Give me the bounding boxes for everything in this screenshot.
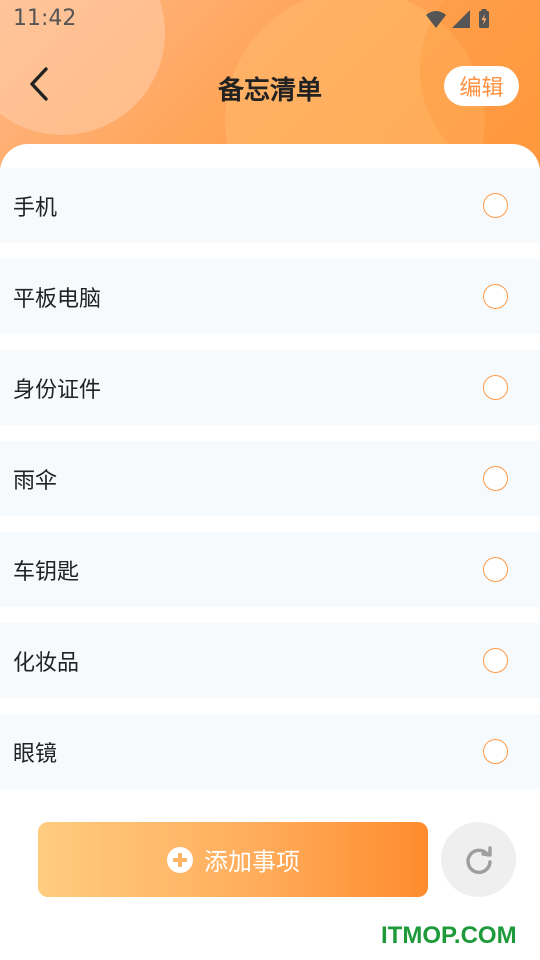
plus-circle-icon	[167, 846, 193, 873]
refresh-button[interactable]	[441, 822, 516, 897]
list-item[interactable]: 平板电脑	[0, 259, 540, 334]
item-label: 眼镜	[13, 741, 58, 767]
edit-button[interactable]: 编辑	[444, 66, 519, 106]
list-item[interactable]: 车钥匙	[0, 532, 540, 607]
list-item[interactable]: 雨伞	[0, 441, 540, 516]
list-item[interactable]: 身份证件	[0, 350, 540, 425]
signal-icon	[452, 10, 470, 28]
item-label: 雨伞	[13, 468, 58, 494]
item-checkbox[interactable]	[483, 739, 508, 764]
item-checkbox[interactable]	[483, 375, 508, 400]
item-checkbox[interactable]	[483, 648, 508, 673]
list-item[interactable]: 眼镜	[0, 714, 540, 789]
add-item-label: 添加事项	[204, 848, 300, 876]
item-checkbox[interactable]	[483, 193, 508, 218]
item-label: 车钥匙	[13, 559, 80, 585]
list-item[interactable]: 化妆品	[0, 623, 540, 698]
item-label: 化妆品	[13, 650, 80, 676]
status-icons	[426, 9, 489, 28]
wifi-icon	[426, 11, 446, 28]
add-item-button[interactable]: 添加事项	[38, 822, 428, 897]
watermark-text: ITMOP.COM	[381, 922, 517, 949]
list-item[interactable]: 手机	[0, 168, 540, 243]
battery-charging-icon	[479, 9, 489, 28]
item-checkbox[interactable]	[483, 284, 508, 309]
item-label: 平板电脑	[13, 286, 102, 312]
item-checkbox[interactable]	[483, 557, 508, 582]
status-time: 11:42	[13, 6, 77, 31]
refresh-icon	[465, 845, 492, 874]
item-label: 身份证件	[13, 377, 102, 403]
item-checkbox[interactable]	[483, 466, 508, 491]
item-label: 手机	[13, 195, 58, 221]
status-bar: 11:42	[0, 0, 540, 38]
